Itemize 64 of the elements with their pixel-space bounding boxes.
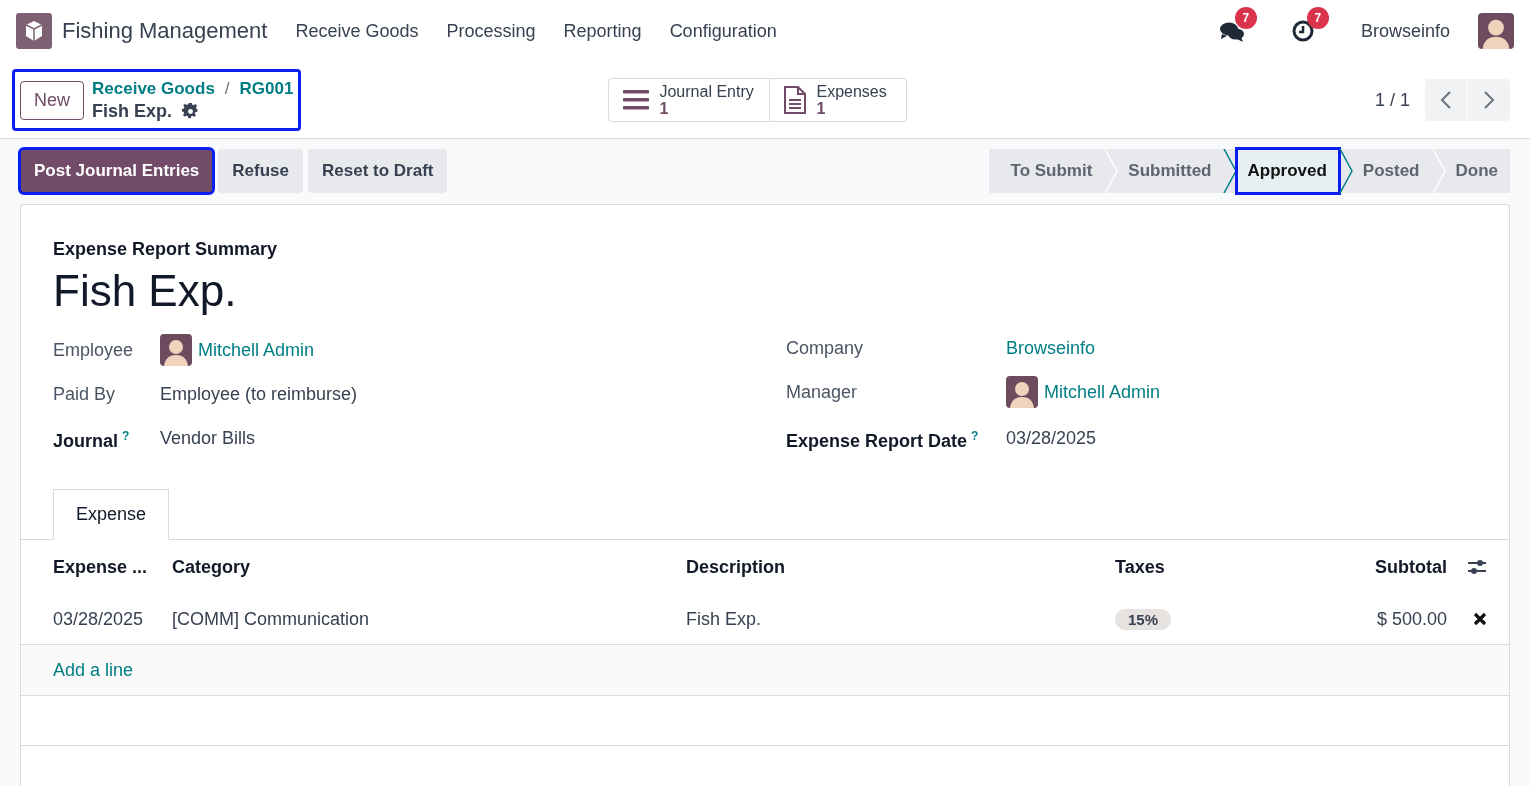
- user-link[interactable]: Mitchell Admin: [198, 339, 315, 361]
- previous-button[interactable]: [1425, 79, 1467, 121]
- notification-badge: 7: [1234, 7, 1257, 29]
- stage-button[interactable]: Approved: [1237, 149, 1339, 193]
- new-button[interactable]: New: [20, 80, 84, 120]
- column-header[interactable]: Taxes: [1115, 540, 1275, 594]
- user-link[interactable]: Mitchell Admin: [1044, 381, 1161, 403]
- user-name[interactable]: Browseinfo: [1360, 20, 1450, 42]
- document-icon: [784, 86, 807, 114]
- column-header[interactable]: Description: [686, 540, 1115, 594]
- next-button[interactable]: [1468, 79, 1510, 121]
- notification-badge: 7: [1306, 7, 1329, 29]
- smart-button[interactable]: Journal Entry 1: [608, 78, 771, 122]
- action-button[interactable]: Reset to Draft: [308, 149, 448, 193]
- menu-item[interactable]: Processing: [446, 20, 536, 42]
- action-button[interactable]: Refuse: [218, 149, 303, 193]
- tax-tag: 15%: [1115, 608, 1172, 630]
- table-cell-text: $ 500.00: [1375, 607, 1447, 631]
- list-icon: [623, 89, 650, 111]
- delete-icon[interactable]: [1473, 612, 1487, 626]
- form-title: Fish Exp.: [52, 266, 238, 316]
- field-value: Employee (to reimburse): [160, 383, 359, 405]
- app-name[interactable]: Fishing Management: [62, 18, 268, 44]
- form-subtitle: Expense Report Summary: [52, 239, 279, 260]
- stage-chevron-icon: [1431, 149, 1446, 193]
- column-header[interactable]: Category: [172, 540, 686, 594]
- menu-item[interactable]: Configuration: [669, 20, 777, 42]
- action-button[interactable]: Post Journal Entries: [20, 149, 214, 193]
- record-name: Fish Exp.: [92, 100, 173, 122]
- field-label: Journal $^{?}$: [53, 428, 131, 453]
- breadcrumb-separator: /: [224, 78, 230, 99]
- field-label: Employee: [53, 339, 135, 362]
- chevron-left-icon: [1440, 90, 1452, 110]
- table-cell-text: Fish Exp.: [686, 607, 763, 631]
- column-header[interactable]: Subtotal: [1275, 540, 1447, 594]
- pager-counter: 1 / 1: [1374, 89, 1410, 111]
- menu-item[interactable]: Receive Goods: [295, 20, 419, 42]
- table-cell-text: [COMM] Communication: [172, 607, 371, 631]
- company-link[interactable]: Browseinfo: [1006, 337, 1096, 359]
- field-label: Manager: [786, 381, 859, 404]
- sliders-icon[interactable]: [1467, 558, 1487, 576]
- avatar-icon: [1478, 13, 1514, 49]
- breadcrumb-link[interactable]: RG001: [239, 78, 294, 99]
- avatar-icon: [1006, 376, 1038, 408]
- stage-chevron-icon: [1104, 149, 1119, 193]
- gear-icon[interactable]: [182, 102, 200, 120]
- field-value: Vendor Bills: [160, 428, 257, 449]
- field-value: 03/28/2025: [1006, 428, 1098, 449]
- clock-icon[interactable]: [1290, 19, 1315, 43]
- column-header[interactable]: Expense ...: [53, 540, 172, 594]
- box-logo-icon[interactable]: [16, 13, 52, 49]
- field-label: Paid By: [53, 383, 117, 406]
- stage-chevron-icon: [1223, 149, 1238, 193]
- table-cell-text: 03/28/2025: [53, 607, 145, 631]
- smart-button[interactable]: Expenses 1: [769, 78, 908, 122]
- chevron-right-icon: [1483, 90, 1495, 110]
- avatar-icon: [160, 334, 192, 366]
- tab[interactable]: Expense: [53, 489, 170, 540]
- field-label: Expense Report Date $^{?}$: [786, 428, 980, 453]
- field-label: Company: [786, 337, 865, 360]
- breadcrumb-link[interactable]: Receive Goods: [92, 78, 215, 99]
- stage-chevron-icon: [1338, 149, 1353, 193]
- add-line-link[interactable]: Add a line: [53, 659, 134, 681]
- menu-item[interactable]: Reporting: [563, 20, 642, 42]
